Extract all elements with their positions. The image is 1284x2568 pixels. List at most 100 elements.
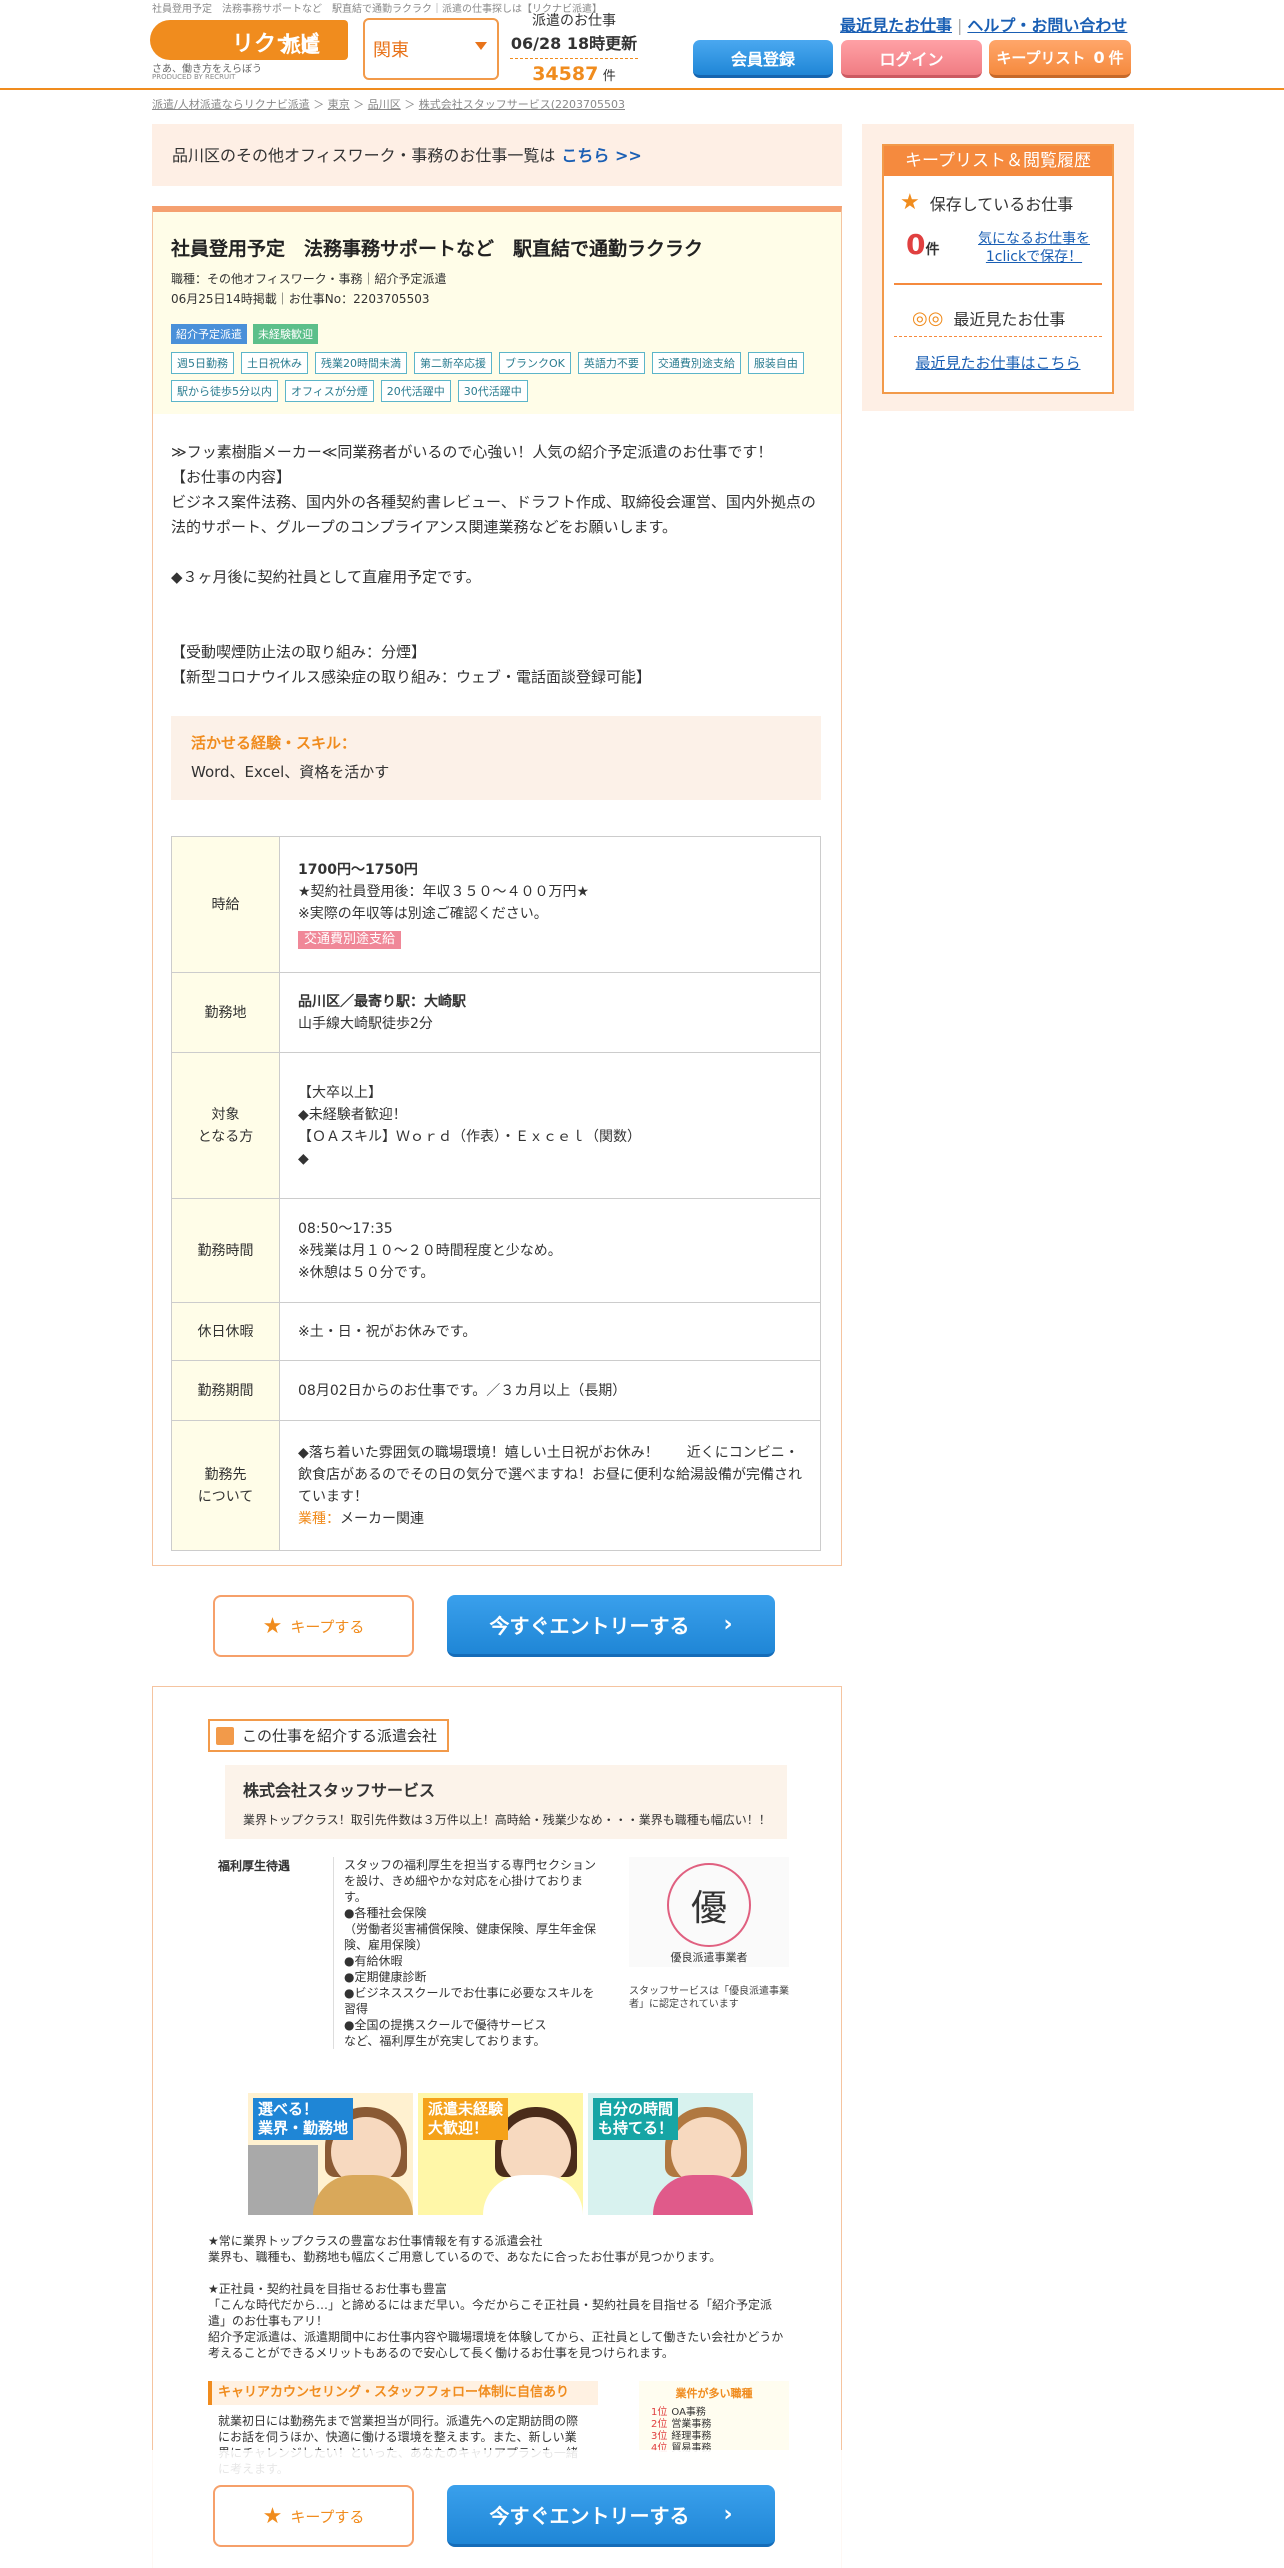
banner-beginner[interactable]: 派遣未経験 大歓迎！ (418, 2093, 583, 2215)
keeplist-button[interactable]: キープリスト 0 件 (989, 40, 1131, 78)
agency-badge-label: この仕事を紹介する派遣会社 (242, 1727, 438, 1745)
count-caption: 派遣のお仕事 (532, 13, 616, 29)
count-number: 34587 (532, 63, 599, 85)
agency-badge: この仕事を紹介する派遣会社 (208, 1719, 450, 1752)
target-line: ◆ (298, 1150, 309, 1167)
ranking-list: 1位 OA事務 2位 営業事務 3位 経理事務 4位 貿易事務 (651, 2407, 789, 2455)
tag-badge: 紹介予定派遣 (171, 324, 247, 344)
banner-choose[interactable]: 選べる！ 業界・勤務地 (248, 2093, 413, 2215)
link-separator: | (957, 16, 963, 35)
industry-value: メーカー関連 (340, 1510, 424, 1527)
tag-badge: 未経験歓迎 (253, 324, 318, 344)
person-body (653, 2175, 753, 2215)
hours-line: 08:50～17:35 (298, 1220, 393, 1237)
rank-number: 2位 (651, 2419, 668, 2430)
feature-tag: 英語力不要 (577, 352, 645, 374)
feature-tag: 20代活躍中 (380, 380, 451, 402)
saved-jobs-heading: ★ 保存しているお仕事 (900, 190, 1073, 215)
feature-tag: 週5日勤務 (171, 352, 234, 374)
saved-count-number: 0 (906, 228, 926, 261)
label-line: 対象 (211, 1106, 240, 1123)
breadcrumb-item[interactable]: 東京 (328, 98, 350, 111)
register-button[interactable]: 会員登録 (693, 40, 833, 78)
feature-tag: 交通費別途支給 (651, 352, 741, 374)
hours-line: ※休憩は５０分です。 (298, 1264, 435, 1281)
logo-haken-text[interactable]: 派遣 (282, 31, 320, 58)
industry-label: 業種： (298, 1510, 340, 1527)
job-conditions-table: 時給 1700円～1750円 ★契約社員登用後：年収３５０～４００万円★ ※実際… (171, 836, 821, 1551)
table-row: 休日休暇 ※土・日・祝がお休みです。 (171, 1302, 821, 1361)
row-value: ◆落ち着いた雰囲気の職場環境！嬉しい土日祝がお休み！ 近くにコンビニ・飲食店があ… (279, 1420, 821, 1551)
recent-heading: ◎◎ 最近見たお仕事 (912, 306, 1065, 330)
entry-button[interactable]: 今すぐエントリーする › (447, 1595, 775, 1657)
save-help-link[interactable]: 気になるお仕事を 1clickで保存！ (964, 230, 1104, 266)
certification-seal: 優 (667, 1863, 751, 1947)
keeplist-label: キープリスト (996, 49, 1086, 67)
sidebar-title: キープリスト＆閲覧履歴 (884, 146, 1112, 176)
entry-label: 今すぐエントリーする (489, 1614, 690, 1638)
certification-note: スタッフサービスは「優良派遣事業者」に認定されています (629, 1986, 789, 2010)
feature-tag: 30代活躍中 (457, 380, 528, 402)
main-tags: 紹介予定派遣 未経験歓迎 (171, 324, 318, 344)
count-updated: 06/28 18時更新 (510, 34, 638, 53)
rank-value: 営業事務 (671, 2419, 712, 2430)
recent-jobs-link[interactable]: 最近見たお仕事 (840, 16, 952, 35)
table-row: 勤務先 について ◆落ち着いた雰囲気の職場環境！嬉しい土日祝がお休み！ 近くにコン… (171, 1420, 821, 1551)
binoculars-icon: ◎◎ (912, 307, 944, 329)
entry-label: 今すぐエントリーする (489, 2504, 690, 2528)
help-link[interactable]: ヘルプ・お問い合わせ (967, 16, 1127, 35)
keeplist-count: 0 (1093, 48, 1105, 67)
row-value: ※土・日・祝がお休みです。 (279, 1302, 821, 1361)
breadcrumb-item[interactable]: 派遣/人材派遣ならリクナビ派遣 (152, 98, 310, 111)
feature-tag: 第二新卒応援 (414, 352, 492, 374)
sticky-entry-button[interactable]: 今すぐエントリーする › (447, 2485, 775, 2547)
ranking-item: 1位 OA事務 (651, 2407, 789, 2419)
chevron-down-icon (475, 42, 487, 50)
ranking-item: 3位 経理事務 (651, 2431, 789, 2443)
rank-value: 経理事務 (671, 2431, 712, 2442)
recent-jobs-sidebar-link[interactable]: 最近見たお仕事はこちら (884, 352, 1112, 373)
login-button[interactable]: ログイン (841, 40, 982, 78)
recent-label: 最近見たお仕事 (953, 310, 1066, 329)
row-label: 勤務先 について (171, 1420, 280, 1551)
rank-number: 3位 (651, 2431, 668, 2442)
region-select[interactable]: 関東 (363, 18, 499, 80)
industry-line: 業種：メーカー関連 (298, 1508, 802, 1530)
star-icon: ★ (262, 2503, 283, 2529)
wage-main: 1700円～1750円 (298, 862, 418, 878)
keep-button[interactable]: ★ キープする (213, 1595, 414, 1657)
count-divider (510, 58, 638, 59)
skills-box: 活かせる経験・スキル： Word、Excel、資格を活かす (171, 716, 821, 800)
breadcrumb-item[interactable]: 株式会社スタッフサービス(2203705503 (419, 98, 625, 111)
job-meta: 職種：その他オフィスワーク・事務｜紹介予定派遣 06月25日14時掲載｜お仕事N… (171, 269, 447, 309)
breadcrumb-item[interactable]: 品川区 (368, 98, 401, 111)
saved-count: 0件 (906, 228, 939, 261)
job-title: 社員登用予定 法務事務サポートなど 駅直結で通勤ラクラク (171, 238, 704, 260)
feature-tag: 残業20時間未満 (315, 352, 407, 374)
place-main: 品川区／最寄り駅：大崎駅 (298, 993, 466, 1010)
job-description: ≫フッ素樹脂メーカー≪同業務者がいるので心強い！人気の紹介予定派遣のお仕事です！… (171, 443, 816, 686)
agency-name: 株式会社スタッフサービス (243, 1781, 436, 1800)
row-value: 08月02日からのお仕事です。／３カ月以上（長期） (279, 1360, 821, 1421)
banner-time[interactable]: 自分の時間 も持てる！ (588, 2093, 753, 2215)
ranking-item: 2位 営業事務 (651, 2419, 789, 2431)
row-label: 時給 (171, 836, 280, 973)
sidebar-divider (894, 283, 1102, 285)
banner-text: 派遣未経験 大歓迎！ (423, 2098, 509, 2140)
saved-count-unit: 件 (925, 242, 940, 258)
ranking-title: 業件が多い職種 (675, 2387, 753, 2400)
rank-value: OA事務 (671, 2407, 706, 2418)
table-row: 勤務時間 08:50～17:35 ※残業は月１０～２０時間程度と少なめ。 ※休憩… (171, 1198, 821, 1303)
keeplist-sidebar: キープリスト＆閲覧履歴 ★ 保存しているお仕事 0件 気になるお仕事を 1click… (862, 124, 1134, 411)
feature-tag: 服装自由 (747, 352, 804, 374)
star-icon: ★ (262, 1613, 283, 1639)
target-line: 【大卒以上】 (298, 1084, 382, 1101)
row-label: 休日休暇 (171, 1302, 280, 1361)
keeplist-panel: キープリスト＆閲覧履歴 ★ 保存しているお仕事 0件 気になるお仕事を 1click… (882, 144, 1114, 394)
table-row: 勤務地 品川区／最寄り駅：大崎駅 山手線大崎駅徒歩2分 (171, 972, 821, 1053)
feature-tags: 週5日勤務 土日祝休み 残業20時間未満 第二新卒応援 ブランクOK 英語力不要… (171, 352, 821, 402)
hours-line: ※残業は月１０～２０時間程度と少なめ。 (298, 1242, 562, 1259)
sticky-keep-button[interactable]: ★ キープする (213, 2485, 414, 2547)
row-value: 1700円～1750円 ★契約社員登用後：年収３５０～４００万円★ ※実際の年収… (279, 836, 821, 973)
area-list-link[interactable]: こちら >> (561, 146, 641, 165)
